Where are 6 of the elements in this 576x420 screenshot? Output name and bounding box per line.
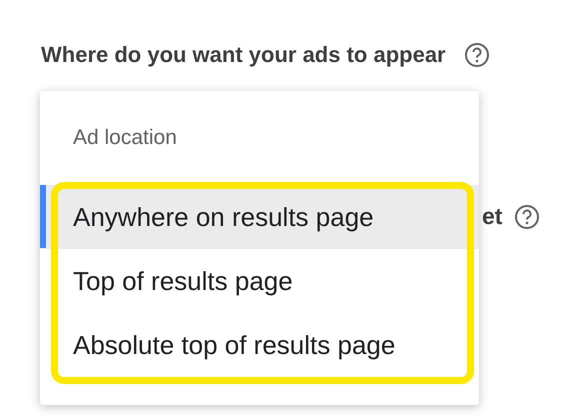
menu-option[interactable]: Top of results page xyxy=(40,249,479,313)
field-label: et xyxy=(482,202,502,232)
menu-header: Ad location xyxy=(72,125,178,151)
menu-option[interactable]: Absolute top of results page xyxy=(40,313,479,377)
menu-option[interactable]: Anywhere on results page xyxy=(40,185,479,249)
question-label: Where do you want your ads to appear xyxy=(41,41,446,69)
